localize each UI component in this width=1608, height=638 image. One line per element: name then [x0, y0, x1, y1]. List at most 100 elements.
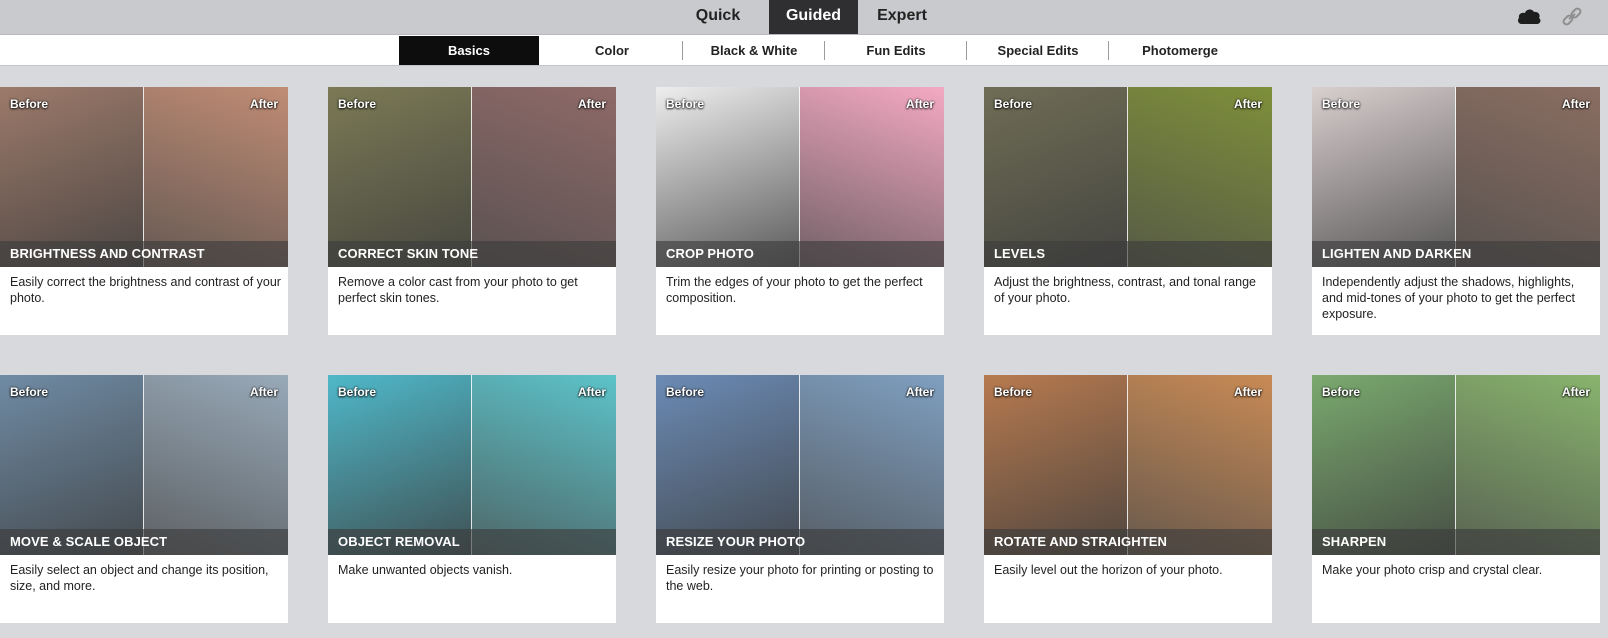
guided-edit-card-8[interactable]: Before After RESIZE YOUR PHOTO Easily re… — [656, 375, 944, 623]
guided-edit-card-2[interactable]: Before After CORRECT SKIN TONE Remove a … — [328, 87, 616, 335]
mode-guided-button[interactable]: Guided — [769, 0, 858, 34]
before-after-divider — [1455, 375, 1456, 555]
after-label: After — [1561, 385, 1590, 399]
card-title: OBJECT REMOVAL — [338, 534, 460, 549]
guided-edit-card-7[interactable]: Before After OBJECT REMOVAL Make unwante… — [328, 375, 616, 623]
after-image — [144, 87, 288, 267]
before-after-thumbnail: Before After MOVE & SCALE OBJECT — [0, 375, 288, 555]
card-title-strip: MOVE & SCALE OBJECT — [0, 529, 288, 555]
before-image — [984, 87, 1128, 267]
before-after-divider — [471, 375, 472, 555]
guided-edit-card-4[interactable]: Before After LEVELS Adjust the brightnes… — [984, 87, 1272, 335]
card-title-strip: ROTATE AND STRAIGHTEN — [984, 529, 1272, 555]
guided-edit-card-9[interactable]: Before After ROTATE AND STRAIGHTEN Easil… — [984, 375, 1272, 623]
after-image — [1128, 375, 1272, 555]
card-title-strip: BRIGHTNESS AND CONTRAST — [0, 241, 288, 267]
guided-edit-card-6[interactable]: Before After MOVE & SCALE OBJECT Easily … — [0, 375, 288, 623]
tab-fun-edits-label: Fun Edits — [866, 43, 926, 58]
link-icon[interactable] — [1560, 6, 1584, 28]
before-after-thumbnail: Before After CROP PHOTO — [656, 87, 944, 267]
tab-photomerge-label: Photomerge — [1142, 43, 1218, 58]
before-label: Before — [666, 97, 705, 111]
card-title: MOVE & SCALE OBJECT — [10, 534, 168, 549]
guided-edit-card-5[interactable]: Before After LIGHTEN AND DARKEN Independ… — [1312, 87, 1600, 335]
after-image — [800, 375, 944, 555]
card-title: SHARPEN — [1322, 534, 1387, 549]
tab-fun-edits[interactable]: Fun Edits — [825, 36, 967, 65]
tab-color[interactable]: Color — [541, 36, 683, 65]
before-after-thumbnail: Before After OBJECT REMOVAL — [328, 375, 616, 555]
before-after-divider — [1127, 375, 1128, 555]
card-title-strip: RESIZE YOUR PHOTO — [656, 529, 944, 555]
card-title-strip: CROP PHOTO — [656, 241, 944, 267]
after-image — [144, 375, 288, 555]
mode-expert-button[interactable]: Expert — [858, 0, 946, 34]
before-after-divider — [143, 375, 144, 555]
before-after-divider — [143, 87, 144, 267]
after-image — [1128, 87, 1272, 267]
mode-quick-button[interactable]: Quick — [690, 0, 746, 34]
card-title: CORRECT SKIN TONE — [338, 246, 479, 261]
after-label: After — [905, 385, 934, 399]
before-after-thumbnail: Before After SHARPEN — [1312, 375, 1600, 555]
card-title: BRIGHTNESS AND CONTRAST — [10, 246, 205, 261]
tab-special-edits[interactable]: Special Edits — [967, 36, 1109, 65]
tab-special-edits-label: Special Edits — [997, 43, 1079, 58]
before-label: Before — [994, 97, 1033, 111]
before-image — [656, 87, 800, 267]
tab-basics[interactable]: Basics — [399, 36, 539, 65]
guided-edit-card-3[interactable]: Before After CROP PHOTO Trim the edges o… — [656, 87, 944, 335]
card-description: Easily resize your photo for printing or… — [666, 563, 934, 593]
card-title: LIGHTEN AND DARKEN — [1322, 246, 1472, 261]
after-label: After — [577, 385, 606, 399]
card-title: LEVELS — [994, 246, 1046, 261]
before-image — [328, 375, 472, 555]
card-title: ROTATE AND STRAIGHTEN — [994, 534, 1168, 549]
before-image — [1312, 375, 1456, 555]
cloud-icon[interactable] — [1516, 7, 1542, 27]
card-title-strip: SHARPEN — [1312, 529, 1600, 555]
before-after-thumbnail: Before After ROTATE AND STRAIGHTEN — [984, 375, 1272, 555]
after-label: After — [249, 385, 278, 399]
before-after-divider — [1127, 87, 1128, 267]
card-description: Adjust the brightness, contrast, and ton… — [994, 275, 1256, 305]
before-image — [656, 375, 800, 555]
after-image — [1456, 87, 1600, 267]
before-image — [328, 87, 472, 267]
after-image — [472, 375, 616, 555]
tab-photomerge[interactable]: Photomerge — [1109, 36, 1251, 65]
card-title-strip: CORRECT SKIN TONE — [328, 241, 616, 267]
card-title: CROP PHOTO — [666, 246, 754, 261]
before-after-divider — [799, 375, 800, 555]
after-label: After — [249, 97, 278, 111]
before-after-thumbnail: Before After LEVELS — [984, 87, 1272, 267]
before-after-thumbnail: Before After BRIGHTNESS AND CONTRAST — [0, 87, 288, 267]
before-after-divider — [799, 87, 800, 267]
mode-bar: Quick Guided Expert — [0, 0, 1608, 34]
tab-black-white-label: Black & White — [710, 43, 798, 58]
guided-edit-card-10[interactable]: Before After SHARPEN Make your photo cri… — [1312, 375, 1600, 623]
card-title-strip: OBJECT REMOVAL — [328, 529, 616, 555]
after-image — [1456, 375, 1600, 555]
after-label: After — [577, 97, 606, 111]
before-label: Before — [338, 385, 377, 399]
card-title-strip: LIGHTEN AND DARKEN — [1312, 241, 1600, 267]
card-description: Easily select an object and change its p… — [10, 563, 269, 593]
after-label: After — [1561, 97, 1590, 111]
card-description: Independently adjust the shadows, highli… — [1322, 275, 1575, 321]
after-label: After — [1233, 385, 1262, 399]
before-label: Before — [10, 97, 49, 111]
guided-edit-card-1[interactable]: Before After BRIGHTNESS AND CONTRAST Eas… — [0, 87, 288, 335]
category-tab-bar: Basics Color Black & White Fun Edits Spe… — [0, 34, 1608, 66]
before-label: Before — [666, 385, 705, 399]
before-image — [0, 375, 144, 555]
before-after-thumbnail: Before After RESIZE YOUR PHOTO — [656, 375, 944, 555]
tab-basics-label: Basics — [448, 43, 490, 58]
before-image — [1312, 87, 1456, 267]
card-description: Make your photo crisp and crystal clear. — [1322, 563, 1543, 577]
after-label: After — [905, 97, 934, 111]
card-title-strip: LEVELS — [984, 241, 1272, 267]
before-label: Before — [1322, 385, 1361, 399]
tab-black-white[interactable]: Black & White — [683, 36, 825, 65]
mode-switcher: Quick Guided Expert — [690, 0, 946, 34]
